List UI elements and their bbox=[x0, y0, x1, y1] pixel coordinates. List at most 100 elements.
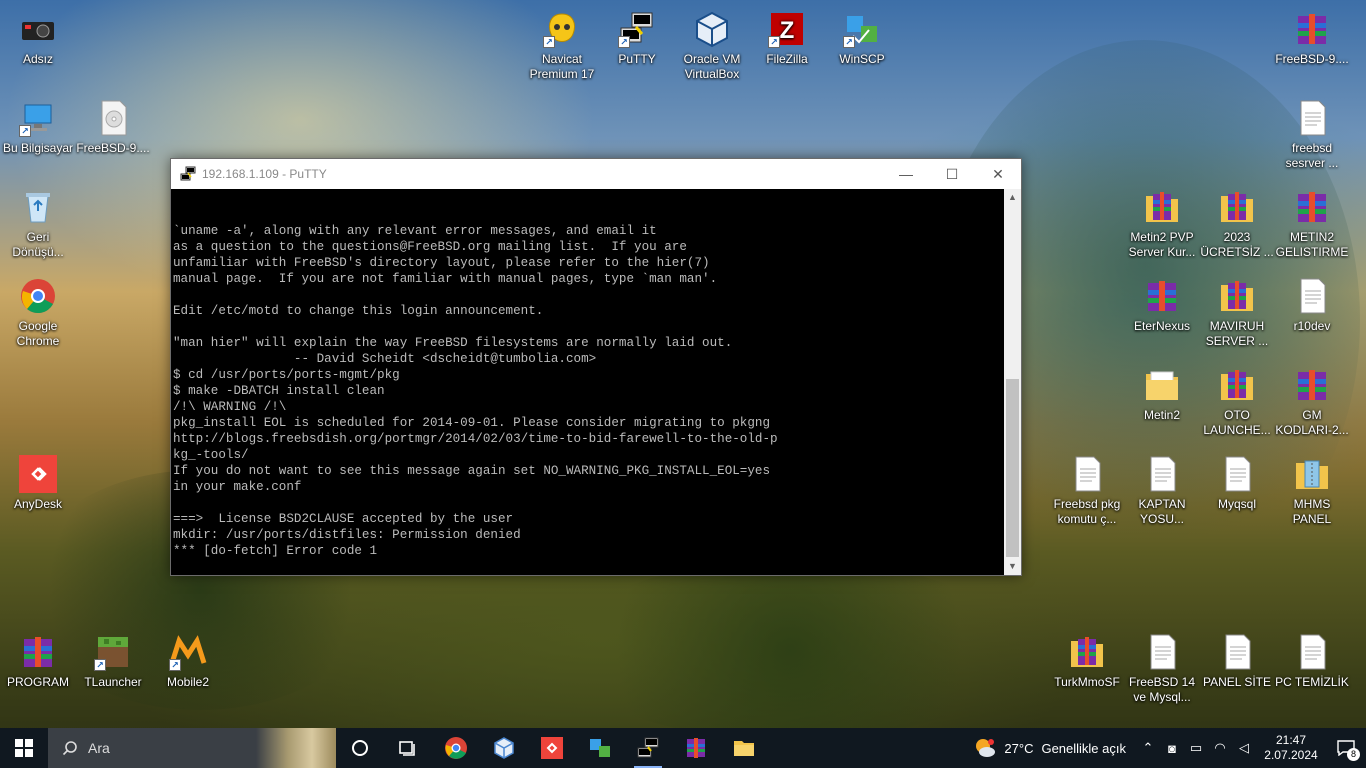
start-button[interactable] bbox=[0, 728, 48, 768]
desktop-icon-navicat[interactable]: ↗ Navicat Premium 17 bbox=[522, 10, 602, 82]
scroll-down-icon[interactable]: ▼ bbox=[1004, 558, 1021, 575]
terminal-line: `uname -a', along with any relevant erro… bbox=[173, 224, 657, 238]
taskbar-file-explorer[interactable] bbox=[720, 728, 768, 768]
desktop-icon-freebsd14-mysql[interactable]: FreeBSD 14 ve Mysql... bbox=[1122, 633, 1202, 705]
desktop-icon-metin2-gelistirme[interactable]: METIN2 GELISTIRME bbox=[1272, 188, 1352, 260]
winscp-icon bbox=[590, 739, 610, 757]
maximize-button[interactable]: ☐ bbox=[929, 159, 975, 189]
close-button[interactable]: ✕ bbox=[975, 159, 1021, 189]
desktop-icon-metin2-pvp[interactable]: Metin2 PVP Server Kur... bbox=[1122, 188, 1202, 260]
desktop-icon-adsiz[interactable]: Adsız bbox=[0, 10, 78, 67]
camera-icon bbox=[19, 10, 57, 48]
zip-folder-icon bbox=[1293, 455, 1331, 493]
minimize-button[interactable]: — bbox=[883, 159, 929, 189]
terminal-line: $ cd /usr/ports/ports-mgmt/pkg bbox=[173, 368, 400, 382]
cortana-button[interactable] bbox=[336, 728, 384, 768]
desktop-icon-freebsd-iso[interactable]: FreeBSD-9.... bbox=[73, 99, 153, 156]
desktop-icon-this-pc[interactable]: ↗ Bu Bilgisayar bbox=[0, 99, 78, 156]
taskbar-winrar[interactable] bbox=[672, 728, 720, 768]
shortcut-arrow-icon: ↗ bbox=[618, 36, 630, 48]
taskbar-chrome[interactable] bbox=[432, 728, 480, 768]
text-file-icon bbox=[1068, 455, 1106, 493]
desktop-icon-freebsd-archive[interactable]: FreeBSD-9.... bbox=[1272, 10, 1352, 67]
volume-button[interactable]: ◁ bbox=[1232, 728, 1256, 768]
desktop-icon-freebsd-pkg-komutu[interactable]: Freebsd pkg komutu ç... bbox=[1047, 455, 1127, 527]
archive-icon bbox=[1143, 277, 1181, 315]
desktop-icon-winscp[interactable]: ↗ WinSCP bbox=[822, 10, 902, 67]
scroll-up-icon[interactable]: ▲ bbox=[1004, 189, 1021, 206]
desktop-icon-anydesk[interactable]: AnyDesk bbox=[0, 455, 78, 512]
desktop-icon-pc-temizlik[interactable]: PC TEMİZLİK bbox=[1272, 633, 1352, 690]
folder-icon bbox=[1143, 366, 1181, 404]
terminal-line: ===> License BSD2CLAUSE accepted by the … bbox=[173, 512, 514, 526]
desktop-icon-mhms-panel[interactable]: MHMS PANEL bbox=[1272, 455, 1352, 527]
task-view-button[interactable] bbox=[384, 728, 432, 768]
shortcut-arrow-icon: ↗ bbox=[543, 36, 555, 48]
terminal-line: mkdir: /usr/ports/distfiles: Permission … bbox=[173, 528, 521, 542]
terminal-line: /!\ WARNING /!\ bbox=[173, 400, 287, 414]
windows-logo-icon bbox=[15, 739, 33, 757]
minecraft-icon: ↗ bbox=[94, 633, 132, 671]
taskbar-putty[interactable] bbox=[624, 728, 672, 768]
desktop-icon-myqsql[interactable]: Myqsql bbox=[1197, 455, 1277, 512]
file-explorer-icon bbox=[734, 741, 754, 756]
desktop-icon-gm-kodlari[interactable]: GM KODLARI-2... bbox=[1272, 366, 1352, 438]
winscp-icon: ↗ bbox=[843, 10, 881, 48]
terminal-line: "man hier" will explain the way FreeBSD … bbox=[173, 336, 733, 350]
text-file-icon bbox=[1293, 633, 1331, 671]
desktop-icon-turkmmosf[interactable]: TurkMmoSF bbox=[1047, 633, 1127, 690]
desktop-icon-filezilla[interactable]: Z ↗ FileZilla bbox=[747, 10, 827, 67]
archive-icon bbox=[687, 738, 705, 758]
search-box[interactable]: Ara bbox=[48, 728, 336, 768]
desktop-icon-google-chrome[interactable]: Google Chrome bbox=[0, 277, 78, 349]
battery-button[interactable]: ▭ bbox=[1184, 728, 1208, 768]
desktop-icon-r10dev[interactable]: r10dev bbox=[1272, 277, 1352, 334]
task-view-icon bbox=[399, 741, 415, 756]
anydesk-icon bbox=[19, 455, 57, 493]
desktop-icon-tlauncher[interactable]: ↗ TLauncher bbox=[73, 633, 153, 690]
show-hidden-icons-button[interactable]: ⌃ bbox=[1136, 728, 1160, 768]
putty-icon bbox=[637, 737, 659, 758]
taskbar-winscp[interactable] bbox=[576, 728, 624, 768]
putty-titlebar[interactable]: 192.168.1.109 - PuTTY — ☐ ✕ bbox=[171, 159, 1021, 189]
desktop-icon-recycle-bin[interactable]: Geri Dönüşü... bbox=[0, 188, 78, 260]
weather-temp: 27°C bbox=[1004, 740, 1034, 756]
desktop-icon-oto-launcher[interactable]: OTO LAUNCHE... bbox=[1197, 366, 1277, 438]
text-file-icon bbox=[1293, 99, 1331, 137]
text-file-icon bbox=[1293, 277, 1331, 315]
network-button[interactable]: ◠ bbox=[1208, 728, 1232, 768]
wallpaper-foliage bbox=[560, 560, 1020, 740]
desktop-icon-mobile2[interactable]: ↗ Mobile2 bbox=[148, 633, 228, 690]
desktop-icon-freebsd-sesrver[interactable]: freebsd sesrver ... bbox=[1272, 99, 1352, 171]
shortcut-arrow-icon: ↗ bbox=[843, 36, 855, 48]
recycle-bin-icon bbox=[19, 188, 57, 226]
desktop-icon-program[interactable]: PROGRAM bbox=[0, 633, 78, 690]
taskbar-virtualbox[interactable] bbox=[480, 728, 528, 768]
desktop-icon-virtualbox[interactable]: Oracle VM VirtualBox bbox=[672, 10, 752, 82]
mobile2-icon: ↗ bbox=[169, 633, 207, 671]
desktop-icon-panel-site[interactable]: PANEL SİTE bbox=[1197, 633, 1277, 690]
desktop-icon-eternexus[interactable]: EterNexus bbox=[1122, 277, 1202, 334]
desktop-icon-metin2-folder[interactable]: Metin2 bbox=[1122, 366, 1202, 423]
desktop-icon-maviruh-server[interactable]: MAVIRUH SERVER ... bbox=[1197, 277, 1277, 349]
putty-window[interactable]: 192.168.1.109 - PuTTY — ☐ ✕ `uname -a', … bbox=[170, 158, 1022, 576]
chevron-up-icon: ⌃ bbox=[1142, 740, 1154, 755]
taskbar-anydesk[interactable] bbox=[528, 728, 576, 768]
weather-text: Genellikle açık bbox=[1041, 740, 1126, 756]
desktop-icon-kaptan-yosu[interactable]: KAPTAN YOSU... bbox=[1122, 455, 1202, 527]
weather-widget[interactable]: 27°C Genellikle açık bbox=[974, 737, 1126, 759]
scrollbar-thumb[interactable] bbox=[1006, 379, 1019, 557]
terminal-output[interactable]: `uname -a', along with any relevant erro… bbox=[171, 189, 1005, 575]
terminal-scrollbar[interactable]: ▲ ▼ bbox=[1004, 189, 1021, 575]
clock[interactable]: 21:47 2.07.2024 bbox=[1256, 733, 1326, 763]
desktop-icon-putty[interactable]: ↗ PuTTY bbox=[597, 10, 677, 67]
clock-date: 2.07.2024 bbox=[1264, 748, 1318, 762]
desktop-icon-2023-ucretsiz[interactable]: 2023 ÜCRETSİZ ... bbox=[1197, 188, 1277, 260]
maximize-icon: ☐ bbox=[945, 165, 959, 182]
notification-count: 8 bbox=[1347, 748, 1360, 761]
terminal-line: unfamiliar with FreeBSD's directory layo… bbox=[173, 256, 710, 270]
terminal-line: $ make -DBATCH install clean bbox=[173, 384, 385, 398]
notification-center-button[interactable]: 8 bbox=[1326, 728, 1366, 768]
meet-now-button[interactable]: ◙ bbox=[1160, 728, 1184, 768]
